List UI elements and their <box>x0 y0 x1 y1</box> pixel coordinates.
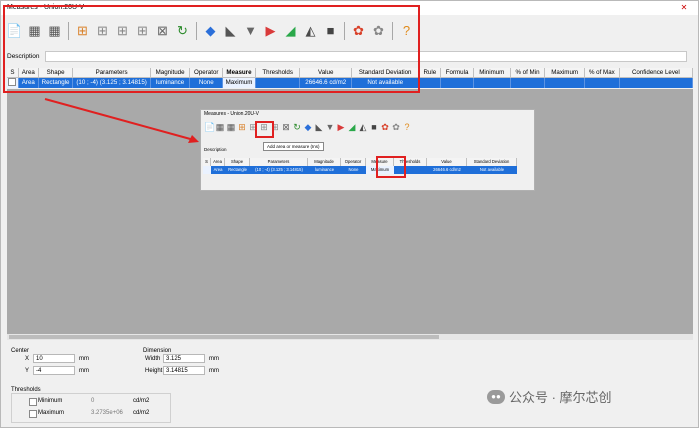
inset-cell-std: Not available <box>467 166 517 174</box>
center-label: Center <box>11 348 30 354</box>
close-icon[interactable]: ✕ <box>680 4 688 12</box>
cell-pct-max <box>584 78 620 88</box>
inset-cell-parameters: (10 ; -4) (3.125 ; 3.14815) <box>250 166 308 174</box>
inset-column-header-parameters: Parameters <box>250 158 308 166</box>
inset-help-icon: ? <box>404 122 410 132</box>
inset-description-label: Description <box>204 147 227 152</box>
center-y-label: Y <box>25 368 30 374</box>
column-header-confidence-level[interactable]: Confidence Level <box>619 68 694 78</box>
center-x-input[interactable]: 10 <box>33 354 75 363</box>
watermark-text: 公众号 · 摩尔芯创 <box>509 390 612 405</box>
column-header-formula[interactable]: Formula <box>441 68 474 78</box>
threshold-min-label: Minimum <box>38 398 63 404</box>
inset-cell-shape: Rectangle <box>225 166 250 174</box>
column-header-rule[interactable]: Rule <box>419 68 442 78</box>
cell-minimum <box>473 78 511 88</box>
column-header-maximum[interactable]: Maximum <box>545 68 585 78</box>
inset-cell-area: Area <box>211 166 225 174</box>
column-header-minimum[interactable]: Minimum <box>473 68 511 78</box>
dimension-width-unit: mm <box>209 356 219 362</box>
center-x-unit: mm <box>79 356 89 362</box>
inset-row-select <box>203 166 211 174</box>
dimension-height-input[interactable]: 3.14815 <box>163 366 205 375</box>
threshold-max-value[interactable]: 3.2735e+06 <box>91 410 123 416</box>
wechat-icon: ●● <box>487 389 505 404</box>
center-y-unit: mm <box>79 368 89 374</box>
horizontal-scrollbar[interactable] <box>7 334 693 340</box>
threshold-min-unit: cd/m2 <box>133 398 150 404</box>
cell-pct-min <box>510 78 546 88</box>
watermark: ●● 公众号 · 摩尔芯创 <box>487 387 612 406</box>
cell-rule <box>419 78 442 88</box>
inset-cell-value: 26646.6 cd/m2 <box>427 166 467 174</box>
dimension-height-unit: mm <box>209 368 219 374</box>
dimension-height-label: Height <box>145 368 163 374</box>
inset-grid-icon: ▦ <box>215 122 225 132</box>
dimension-width-input[interactable]: 3.125 <box>163 354 205 363</box>
highlight-add-area-button <box>255 121 274 138</box>
inset-table-header: S Area Shape Parameters Magnitude Operator Mea… <box>203 158 532 166</box>
scrollbar-thumb[interactable] <box>9 335 439 339</box>
inset-column-header-area: Area <box>211 158 225 166</box>
inset-document-icon: 📄 <box>204 122 216 132</box>
inset-triangle-palette-icon: ▶ <box>337 122 345 132</box>
column-header--of-max[interactable]: % of Max <box>584 68 620 78</box>
highlight-measure-cell <box>376 156 406 178</box>
tooltip: Add area or measure (Ins) <box>263 142 324 151</box>
inset-screenshot: Measures - Union.20U-V 📄 ▦ ▦ ⊞ ⊞ ⊞ ⊞ ⊠ ↻ ◆ ◣ ▼ ▶ ◢ ◭ ■ ✿… <box>200 109 535 191</box>
column-header--of-min[interactable]: % of Min <box>510 68 546 78</box>
inset-toolbar: 📄 ▦ ▦ ⊞ ⊞ ⊞ ⊞ ⊠ ↻ ◆ ◣ ▼ ▶ ◢ ◭ ■ ✿ ✿? <box>204 121 412 133</box>
highlight-main-box <box>3 5 420 93</box>
inset-settings-gray-icon: ✿ <box>392 122 400 132</box>
threshold-min-value[interactable]: 0 <box>91 398 94 404</box>
properties-panel: Center X 10 mm Y -4 mm Dimension Width 3… <box>7 346 693 426</box>
inset-color-diamond-icon: ◆ <box>304 122 312 132</box>
inset-column-header-standard-deviation: Standard Deviation <box>467 158 517 166</box>
inset-title: Measures - Union.20U-V <box>204 111 260 117</box>
inset-surface-icon: ◭ <box>359 122 367 132</box>
inset-column-header-magnitude: Magnitude <box>308 158 341 166</box>
inset-column-header-operator: Operator <box>341 158 366 166</box>
cell-maximum <box>545 78 585 88</box>
center-x-label: X <box>25 356 30 362</box>
threshold-max-unit: cd/m2 <box>133 410 150 416</box>
threshold-max-label: Maximum <box>38 410 65 416</box>
inset-table: S Area Shape Parameters Magnitude Operator Mea… <box>203 158 532 174</box>
cell-formula <box>441 78 474 88</box>
inset-cell-magnitude: luminance <box>308 166 341 174</box>
inset-column-header-value: Value <box>427 158 467 166</box>
inset-table-row: Area Rectangle (10 ; -4) (3.125 ; 3.1481… <box>203 166 532 174</box>
inset-cell-operator: None <box>341 166 366 174</box>
inset-area-delete-icon: ⊠ <box>282 122 290 132</box>
cell-confidence <box>619 78 694 88</box>
threshold-min-checkbox[interactable] <box>29 398 37 406</box>
inset-grid-arrow-icon: ▦ <box>226 122 236 132</box>
inset-settings-color-icon: ✿ <box>381 122 389 132</box>
inset-column-header-shape: Shape <box>225 158 250 166</box>
inset-square-icon: ■ <box>371 122 377 132</box>
inset-column-header-s: S <box>203 158 211 166</box>
inset-add-area-icon: ⊞ <box>238 122 246 132</box>
threshold-max-checkbox[interactable] <box>29 410 37 418</box>
center-y-input[interactable]: -4 <box>33 366 75 375</box>
measures-window: Measures - Union.20U-V ✕ 📄 ▦ ▦ ⊞ ⊞ ⊞ ⊞ ⊠ ↻ ◆ ◣ ▼ ▶ ◢ ◭… <box>0 0 699 428</box>
inset-ruler-icon: ◣ <box>315 122 323 132</box>
inset-chart-3d-icon: ◢ <box>348 122 356 132</box>
inset-filter-icon: ▼ <box>325 122 335 132</box>
inset-refresh-icon: ↻ <box>293 122 301 132</box>
dimension-width-label: Width <box>145 356 161 362</box>
